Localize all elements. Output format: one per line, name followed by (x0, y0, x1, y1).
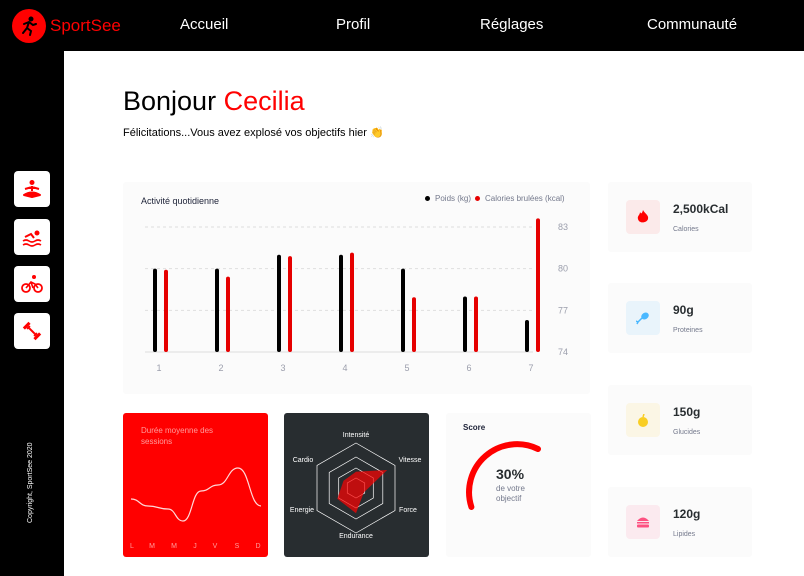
kpi-lipides-value: 120g (673, 507, 701, 521)
weight-bar (215, 268, 219, 352)
sidebar-item-cycling[interactable] (14, 266, 50, 302)
x-tick-label: 1 (156, 363, 161, 373)
sidebar-item-weightlifting[interactable] (14, 313, 50, 349)
x-tick-label: 2 (218, 363, 223, 373)
sidebar: Copyright, SportSee 2020 (0, 51, 64, 576)
radar-label: Endurance (339, 533, 373, 540)
session-line (130, 467, 262, 522)
score-chart: Score 30% de votre objectif (446, 413, 591, 557)
meditation-icon (23, 180, 41, 198)
nav-accueil[interactable]: Accueil (180, 16, 228, 33)
weight-bar (525, 320, 529, 352)
day-label: M (171, 543, 177, 550)
performance-radar-chart: Intensité Vitesse Force Endurance Energie Car… (284, 413, 429, 557)
sessions-line-svg: LMMJVSD (130, 467, 262, 550)
calories-bar (412, 297, 416, 352)
calories-bar (350, 252, 354, 352)
x-tick-label: 7 (528, 363, 533, 373)
weight-bar (463, 296, 467, 352)
weight-bar (277, 254, 281, 352)
x-tick-label: 5 (404, 363, 409, 373)
user-name: Cecilia (223, 86, 305, 116)
nav-communaute[interactable]: Communauté (647, 16, 737, 33)
weight-bar (401, 268, 405, 352)
y-tick-label: 77 (558, 305, 568, 315)
page-title: Bonjour Cecilia (123, 86, 305, 117)
day-label: M (149, 543, 155, 550)
calories-bar (226, 276, 230, 352)
calories-bar (288, 256, 292, 352)
sportsee-logo[interactable]: SportSee (12, 9, 121, 43)
kpi-lipides: 120g Lipides (608, 487, 752, 557)
calories-bar (164, 269, 168, 352)
kpi-lipides-label: Lipides (673, 531, 696, 538)
calories-bar (536, 218, 540, 352)
swimming-icon (22, 230, 42, 247)
x-tick-label: 6 (466, 363, 471, 373)
greeting-word: Bonjour (123, 86, 217, 116)
burger-icon (626, 505, 660, 539)
weight-bar (153, 268, 157, 352)
kpi-proteines-label: Proteines (673, 327, 703, 334)
top-navbar: SportSee Accueil Profil Réglages Communa… (0, 0, 804, 51)
kpi-glucides-label: Glucides (673, 429, 701, 436)
apple-icon (626, 403, 660, 437)
day-label: D (255, 543, 260, 550)
y-tick-label: 83 (558, 222, 568, 232)
activity-bars-svg: 74 80 77 83 1 2 3 4 5 6 7 (145, 218, 568, 373)
radar-area (337, 470, 388, 514)
session-duration-chart: Durée moyenne des sessions LMMJVSD (123, 413, 268, 557)
kpi-glucides-value: 150g (673, 405, 701, 419)
nav-reglages[interactable]: Réglages (480, 16, 543, 33)
kpi-proteines: 90g Proteines (608, 283, 752, 353)
chicken-icon (626, 301, 660, 335)
kpi-glucides: 150g Glucides (608, 385, 752, 455)
copyright-text: Copyright, SportSee 2020 (27, 442, 34, 523)
radar-label: Intensité (343, 432, 370, 439)
radar-label: Vitesse (399, 457, 422, 464)
day-label: V (213, 543, 218, 550)
calories-bar (474, 296, 478, 352)
y-tick-label: 74 (558, 347, 568, 357)
day-label: J (193, 543, 197, 550)
weightlifting-icon (22, 321, 42, 341)
radar-label: Energie (290, 507, 314, 514)
kpi-calories: 2,500kCal Calories (608, 182, 752, 252)
y-tick-label: 80 (558, 264, 568, 274)
day-label: S (235, 543, 240, 550)
cycling-icon (21, 275, 43, 293)
radar-svg: Intensité Vitesse Force Endurance Energie Car… (290, 432, 422, 540)
kpi-proteines-value: 90g (673, 303, 694, 317)
nav-profil[interactable]: Profil (336, 16, 370, 33)
runner-icon (12, 9, 46, 43)
radar-label: Force (399, 507, 417, 514)
kpi-calories-label: Calories (673, 226, 699, 233)
weight-bar (339, 254, 343, 352)
sidebar-item-meditation[interactable] (14, 171, 50, 207)
day-label: L (130, 543, 134, 550)
score-value: 30% (496, 466, 525, 482)
radar-label: Cardio (293, 457, 314, 464)
x-tick-label: 3 (280, 363, 285, 373)
sidebar-item-swimming[interactable] (14, 219, 50, 255)
fire-icon (626, 200, 660, 234)
congrats-message: Félicitations...Vous avez explosé vos ob… (123, 127, 384, 139)
kpi-calories-value: 2,500kCal (673, 202, 729, 216)
daily-activity-chart: Activité quotidienne Poids (kg) Calories… (123, 182, 590, 394)
brand-name: SportSee (50, 16, 121, 35)
x-tick-label: 4 (342, 363, 347, 373)
score-label: de votre objectif (496, 484, 525, 503)
